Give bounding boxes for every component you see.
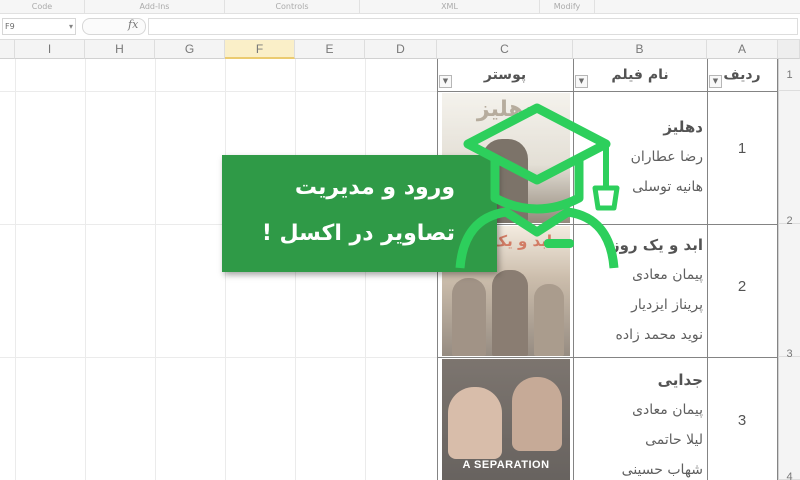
graduation-cap-icon <box>463 103 620 211</box>
banner-line-2: تصاویر در اکسل ! <box>261 221 455 246</box>
student-icon <box>455 103 620 269</box>
banner-line-1: ورود و مدیریت <box>294 175 455 200</box>
